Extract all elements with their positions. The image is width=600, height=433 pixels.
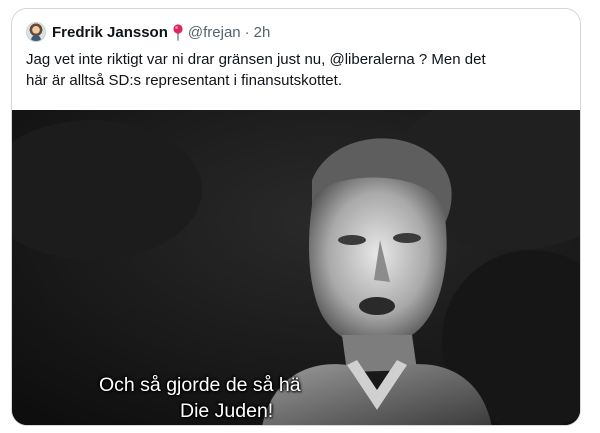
tweet-text-line: här är alltså SD:s representant i finans… bbox=[26, 72, 342, 89]
avatar[interactable] bbox=[26, 22, 46, 42]
tweet-text: Jag vet inte riktigt var ni drar gränsen… bbox=[26, 49, 566, 91]
video-subtitle-line: Die Juden! bbox=[180, 400, 274, 422]
video-subtitle-line: Och så gjorde de så hä bbox=[99, 374, 301, 396]
author-display-name[interactable]: Fredrik Jansson bbox=[52, 24, 168, 41]
author-handle[interactable]: @frejan bbox=[188, 24, 241, 41]
tweet-media-image[interactable]: Och så gjorde de så hä Die Juden! bbox=[12, 110, 580, 425]
tweet-timestamp[interactable]: 2h bbox=[254, 24, 271, 41]
tweet-header: Fredrik Jansson @frejan · 2h bbox=[26, 21, 270, 43]
tweet-card[interactable]: Fredrik Jansson @frejan · 2h Jag vet int… bbox=[11, 8, 581, 426]
pin-icon bbox=[170, 23, 186, 41]
tweet-text-line: Jag vet inte riktigt var ni drar gränsen… bbox=[26, 51, 486, 68]
dot-separator: · bbox=[244, 23, 250, 41]
